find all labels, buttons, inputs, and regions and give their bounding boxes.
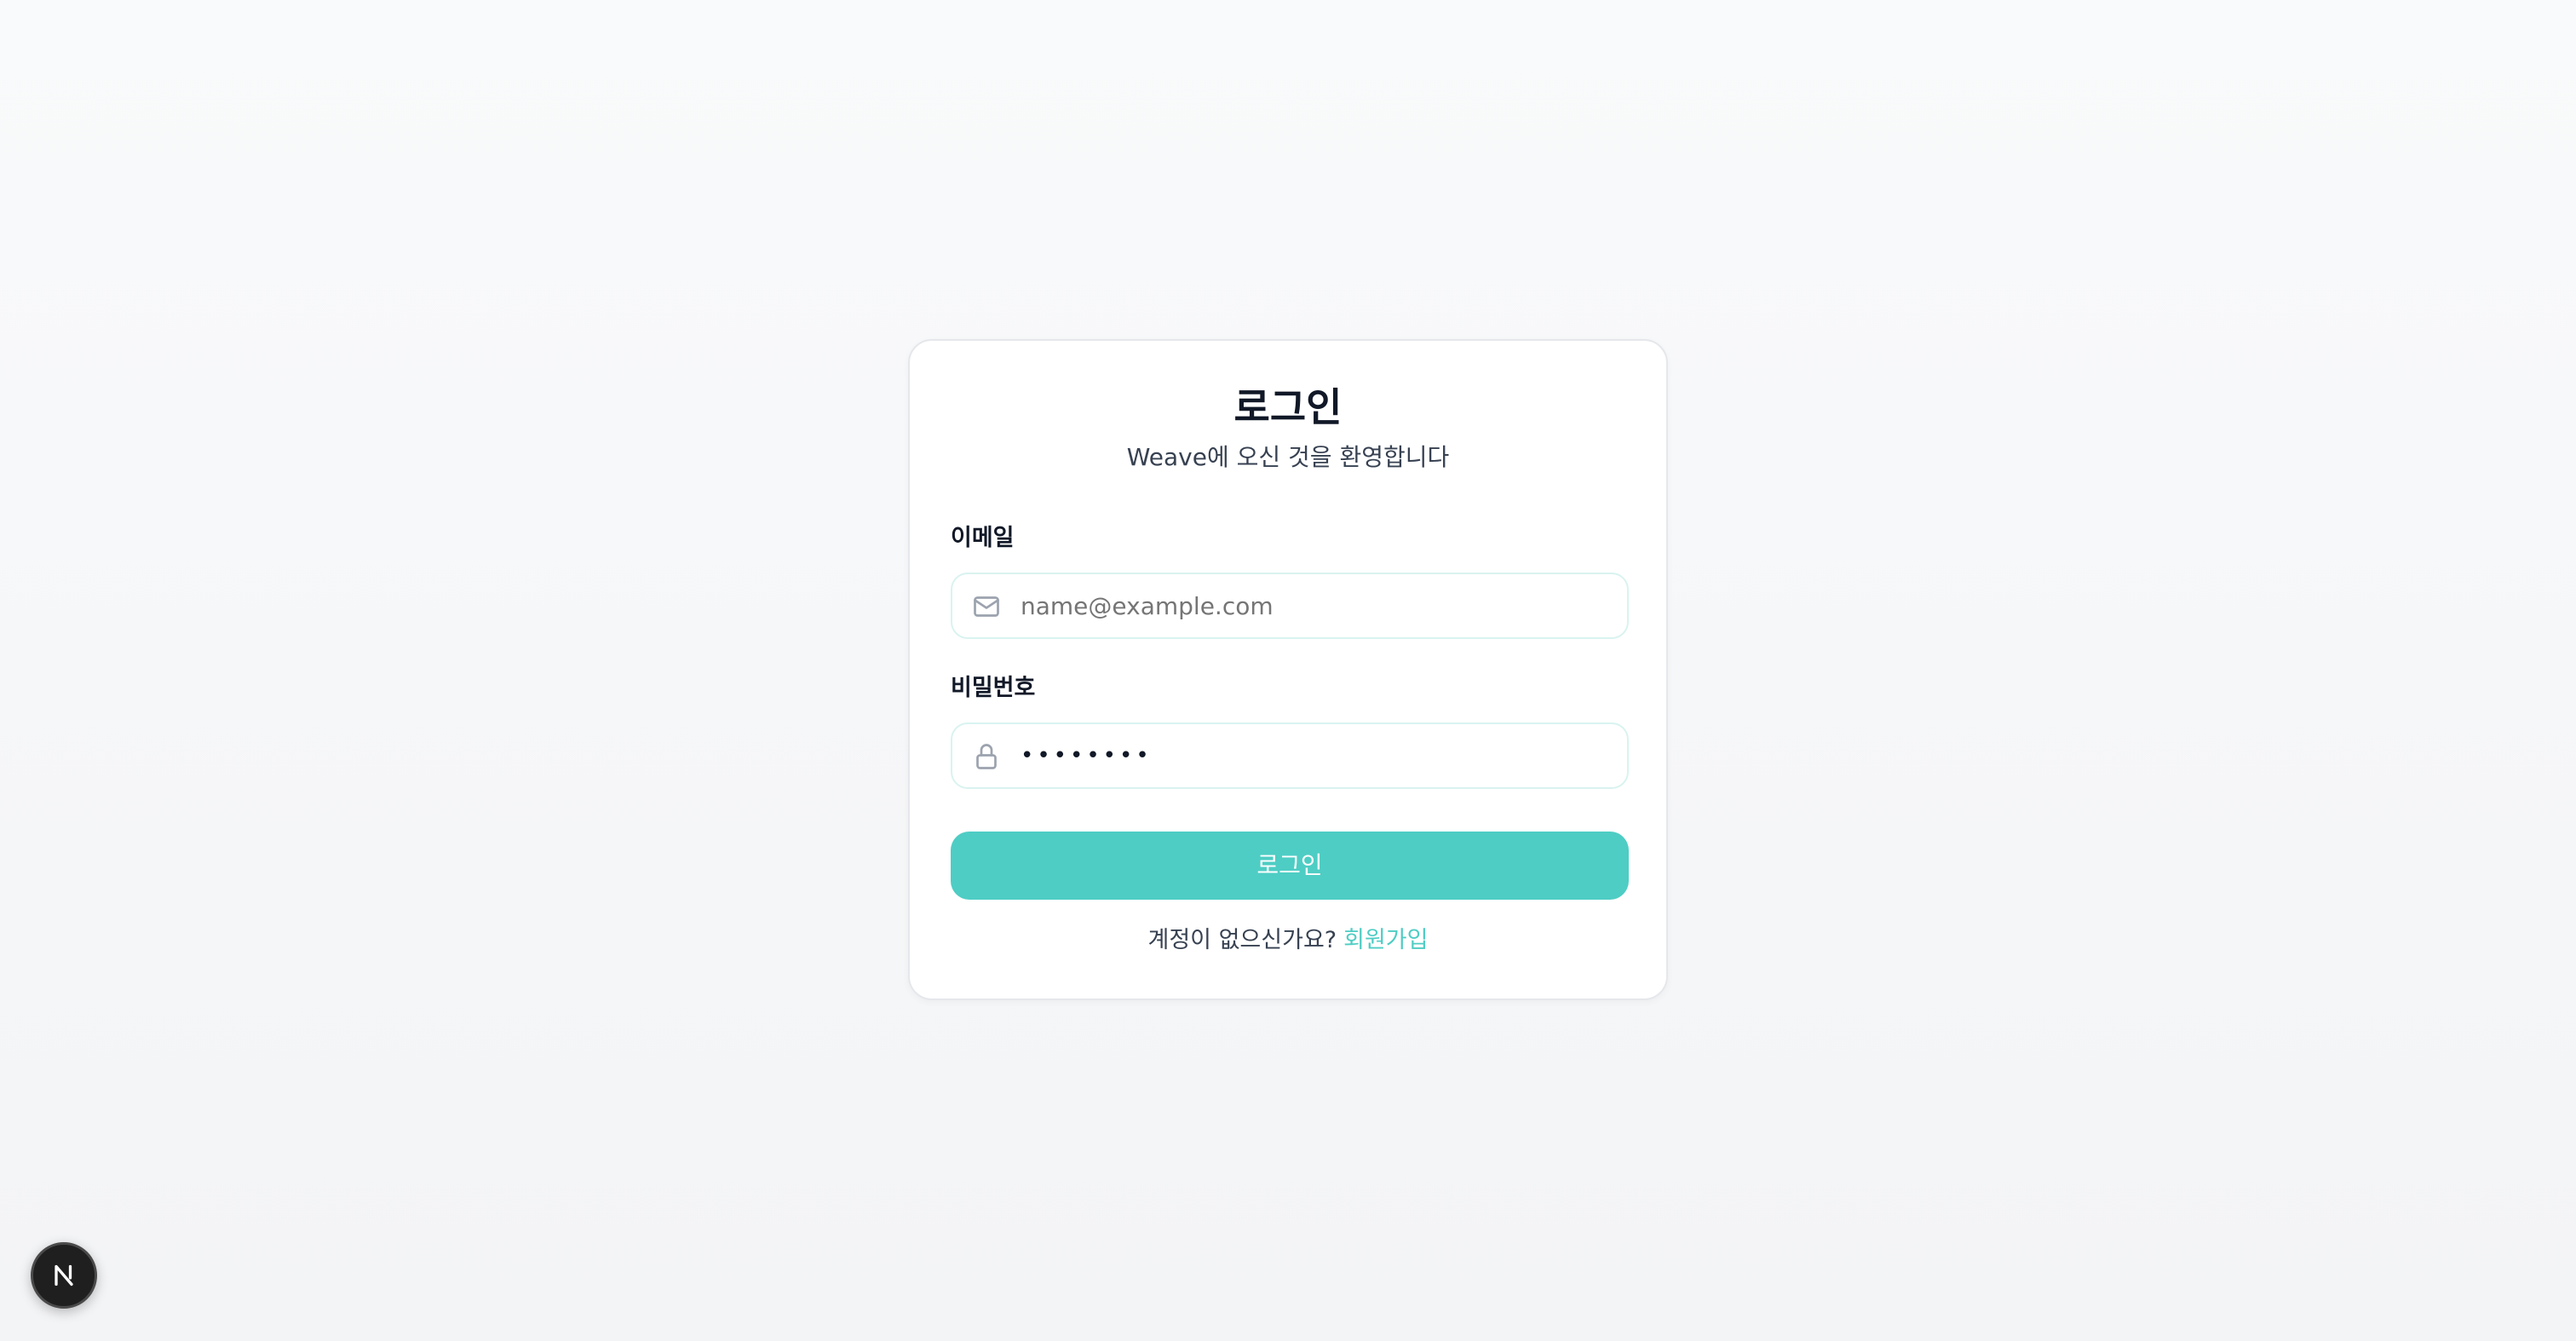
email-input[interactable]: [1021, 574, 1608, 637]
lock-icon: [971, 741, 1002, 772]
password-field[interactable]: [951, 722, 1629, 789]
email-label: 이메일: [951, 525, 1015, 551]
login-button[interactable]: 로그인: [951, 832, 1629, 900]
password-label: 비밀번호: [951, 675, 1036, 701]
mail-icon: [971, 591, 1002, 622]
page-title: 로그인: [1233, 384, 1343, 430]
nextjs-dev-badge[interactable]: [31, 1242, 97, 1309]
signup-row: 계정이 없으신가요? 회원가입: [910, 925, 1666, 956]
signup-link[interactable]: 회원가입: [1343, 927, 1428, 953]
page-subtitle: Weave에 오신 것을 환영합니다: [1126, 443, 1450, 471]
email-field[interactable]: [951, 573, 1629, 639]
password-input[interactable]: [1021, 724, 1608, 787]
signup-prompt: 계정이 없으신가요?: [1147, 927, 1337, 953]
nextjs-logo-icon: [55, 1264, 73, 1286]
login-card: 로그인 Weave에 오신 것을 환영합니다 이메일 비밀번호 로그인 계정이 …: [908, 339, 1668, 1000]
